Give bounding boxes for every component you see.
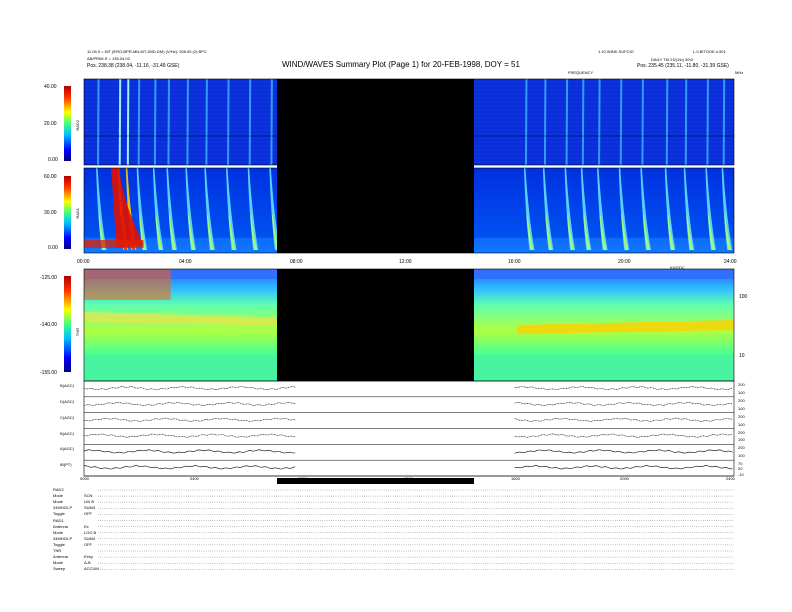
param-row-label: D(AGC)	[60, 398, 75, 404]
footer-value: Exby	[84, 554, 93, 560]
footer-label: RAD2	[53, 487, 64, 492]
footer-label: RAD1	[53, 517, 64, 523]
rad2-tick-mid: 20.00	[44, 121, 57, 127]
rad2-tick-bottom: 0.00	[48, 157, 58, 163]
time-tick: 04:00	[179, 259, 192, 265]
param-row-label: B(AGC)	[60, 383, 74, 388]
time-tick: 16:00	[508, 259, 521, 265]
rad2-label: RAD2	[75, 120, 80, 131]
param-row-right-tick: 100	[738, 405, 745, 411]
tnr-tick-bottom: -155.00	[40, 370, 57, 376]
tnr-tick-top: -125.00	[40, 275, 57, 281]
rad2-tick-top: 40.00	[44, 84, 57, 90]
param-trace	[514, 449, 733, 454]
param-trace	[83, 386, 296, 391]
tnr-right-tick-10: 10	[739, 353, 745, 359]
footer-value: SUM4	[84, 505, 96, 511]
tnr-right-tick-100: 100	[739, 294, 748, 300]
tnr-tick-mid: -140.00	[40, 322, 57, 328]
footer-label: Sweep	[53, 566, 66, 572]
rad1-colorbar	[64, 176, 71, 249]
tnr-colorbar	[64, 276, 71, 372]
time-tick: 00:00	[77, 259, 90, 265]
param-row-right-tick: 200	[738, 429, 745, 435]
param-trace	[83, 449, 296, 454]
footer-label: Toggle	[53, 541, 65, 547]
footer-value: SUM4	[84, 535, 96, 541]
parameter-rows	[83, 386, 734, 477]
footer-label: Mode	[53, 493, 64, 499]
rad1-tick-top: 60.00	[44, 174, 57, 180]
param-trace	[514, 401, 733, 406]
rad1-tick-mid: 30.00	[44, 210, 57, 216]
bottom-time-tick: 1200	[404, 476, 413, 481]
bottom-time-tick: 0800	[298, 476, 307, 481]
footer-label: Toggle	[53, 511, 65, 517]
param-row-right-tick: 70	[738, 461, 743, 467]
footer-label: Mode	[53, 499, 64, 505]
time-tick: 08:00	[290, 259, 303, 265]
footer-label: Antenna	[53, 554, 68, 560]
rad2-colorbar	[64, 86, 71, 161]
param-row-right-tick: 100	[738, 421, 745, 427]
footer-label: Mode	[53, 529, 64, 535]
footer-value: Ex	[84, 523, 89, 529]
param-row-right-tick: 200	[738, 397, 745, 403]
time-tick: 24:00	[724, 259, 737, 265]
param-trace	[514, 417, 733, 422]
param-row-label: B(AGC)	[60, 430, 74, 436]
param-row-label: A(AGC)	[60, 446, 74, 452]
param-row-label: IB(PT)	[60, 462, 72, 468]
data-gap-spectra	[277, 79, 474, 253]
param-row-right-tick: 200	[738, 413, 745, 419]
bottom-time-tick: 2000	[620, 476, 629, 481]
rad1-label: RAD1	[75, 208, 80, 219]
tnr-label: TNR	[75, 328, 80, 337]
bottom-time-tick: 0000	[80, 476, 89, 481]
param-trace	[514, 433, 733, 438]
footer-value: OFF	[84, 511, 92, 517]
param-trace	[83, 465, 296, 470]
tnr-early-emission	[84, 270, 171, 300]
bottom-time-tick: 2400	[726, 476, 735, 481]
param-row-right-tick: 100	[738, 389, 745, 395]
summary-plot	[64, 78, 735, 570]
bottom-time-tick: 0400	[190, 476, 199, 481]
data-gap-tnr	[277, 269, 474, 381]
rad1-tick-bottom: 0.00	[48, 245, 58, 251]
time-tick: 20:00	[618, 259, 631, 265]
footer-value: A-B	[84, 560, 91, 566]
param-trace	[514, 465, 733, 470]
rad1-lowfreq-intense	[84, 240, 144, 248]
footer-label: 34MHZ/LP	[53, 505, 73, 511]
param-row-right-tick: -10	[738, 471, 744, 477]
footer-value: LIN B	[84, 499, 95, 505]
param-row-right-tick: 100	[738, 437, 745, 443]
param-row-right-tick: 200	[738, 445, 745, 451]
param-row-right-tick: 200	[738, 382, 745, 387]
param-trace	[514, 386, 733, 391]
footer-value: ACCUM	[84, 566, 99, 572]
footer-label: Mode	[53, 560, 64, 566]
time-tick: 12:00	[399, 259, 412, 265]
footer-label: Antenna	[53, 523, 68, 529]
param-row-label: C(AGC)	[60, 414, 75, 420]
footer-value: OFF	[84, 541, 92, 547]
footer-label: TNR	[53, 548, 62, 553]
param-trace	[83, 433, 296, 438]
param-row-right-tick: 100	[738, 453, 745, 459]
bottom-time-tick: 1600	[511, 476, 520, 481]
param-trace	[83, 417, 296, 422]
footer-value: SCN	[84, 493, 93, 499]
param-row-right-tick: 20	[738, 466, 743, 472]
footer-value: LOG B	[84, 529, 97, 535]
footer-label: 34MHZ/LP	[53, 535, 73, 541]
param-trace	[83, 401, 296, 406]
